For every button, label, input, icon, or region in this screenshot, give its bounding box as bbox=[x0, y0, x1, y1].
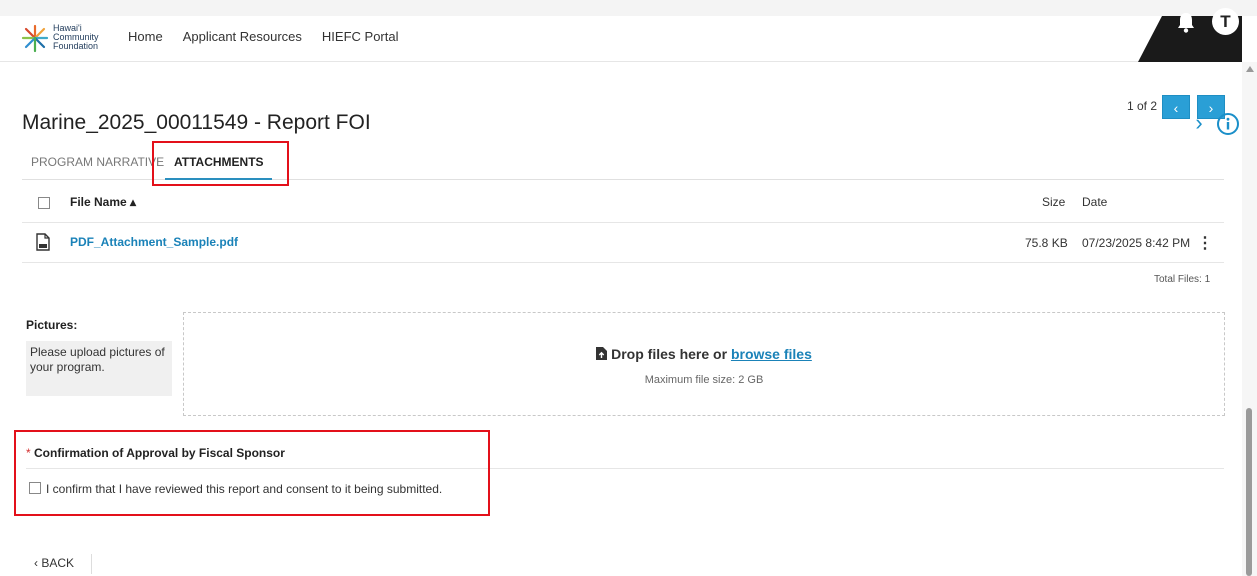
back-button[interactable]: ‹ BACK bbox=[34, 556, 74, 570]
hcf-logo[interactable]: Hawai'i Community Foundation bbox=[20, 22, 116, 56]
hcf-logo-icon bbox=[21, 24, 49, 53]
total-files: Total Files: 1 bbox=[1154, 274, 1211, 285]
browse-files-link[interactable]: browse files bbox=[731, 346, 812, 362]
column-size[interactable]: Size bbox=[1042, 195, 1065, 209]
dropzone-prefix: Drop files here or bbox=[611, 346, 731, 362]
upload-file-icon bbox=[596, 347, 608, 360]
pager-count: 1 of 2 bbox=[1127, 99, 1158, 113]
logo-text: Hawai'i Community Foundation bbox=[53, 24, 99, 51]
file-size: 75.8 KB bbox=[1025, 236, 1068, 250]
column-date[interactable]: Date bbox=[1082, 195, 1107, 209]
pictures-label: Pictures: bbox=[26, 318, 78, 332]
nav-applicant-resources[interactable]: Applicant Resources bbox=[183, 29, 302, 44]
file-date: 07/23/2025 8:42 PM bbox=[1082, 236, 1191, 250]
user-avatar[interactable]: T bbox=[1212, 8, 1239, 35]
max-file-size: Maximum file size: 2 GB bbox=[644, 374, 764, 386]
dropzone-prompt: Drop files here or browse files bbox=[184, 346, 1224, 362]
back-separator bbox=[91, 554, 92, 574]
main-nav: Home Applicant Resources HIEFC Portal bbox=[128, 29, 419, 44]
browser-top-strip bbox=[0, 0, 1257, 16]
scroll-thumb[interactable] bbox=[1246, 408, 1252, 576]
pager-prev-button[interactable]: ‹ bbox=[1162, 95, 1190, 119]
pictures-help-text: Please upload pictures of your program. bbox=[26, 341, 172, 396]
annotation-box-tabs bbox=[152, 141, 289, 186]
nav-hiefc-portal[interactable]: HIEFC Portal bbox=[322, 29, 399, 44]
attachments-table-header: File Name ▴ Size Date bbox=[22, 187, 1224, 223]
column-file-name[interactable]: File Name ▴ bbox=[70, 195, 136, 209]
scroll-up-arrow-icon[interactable] bbox=[1246, 66, 1254, 72]
tab-program-narrative[interactable]: PROGRAM NARRATIVE bbox=[31, 155, 164, 169]
info-icon[interactable] bbox=[1216, 112, 1240, 136]
nav-home[interactable]: Home bbox=[128, 29, 163, 44]
app-header: Hawai'i Community Foundation Home Applic… bbox=[0, 16, 1242, 62]
bell-icon[interactable] bbox=[1175, 10, 1197, 34]
logo-text-line-3: Foundation bbox=[53, 41, 99, 51]
annotation-box-confirmation bbox=[14, 430, 490, 516]
select-all-checkbox[interactable] bbox=[38, 197, 50, 209]
file-link[interactable]: PDF_Attachment_Sample.pdf bbox=[70, 235, 238, 249]
file-dropzone[interactable]: Drop files here or browse files Maximum … bbox=[183, 312, 1225, 416]
page-title: Marine_2025_00011549 - Report FOI bbox=[22, 111, 371, 134]
pdf-file-icon bbox=[36, 233, 50, 251]
table-row: PDF_Attachment_Sample.pdf 75.8 KB 07/23/… bbox=[22, 224, 1224, 263]
chevron-right-icon[interactable]: › bbox=[1187, 109, 1211, 137]
row-actions-icon[interactable]: ⋮ bbox=[1197, 235, 1213, 255]
